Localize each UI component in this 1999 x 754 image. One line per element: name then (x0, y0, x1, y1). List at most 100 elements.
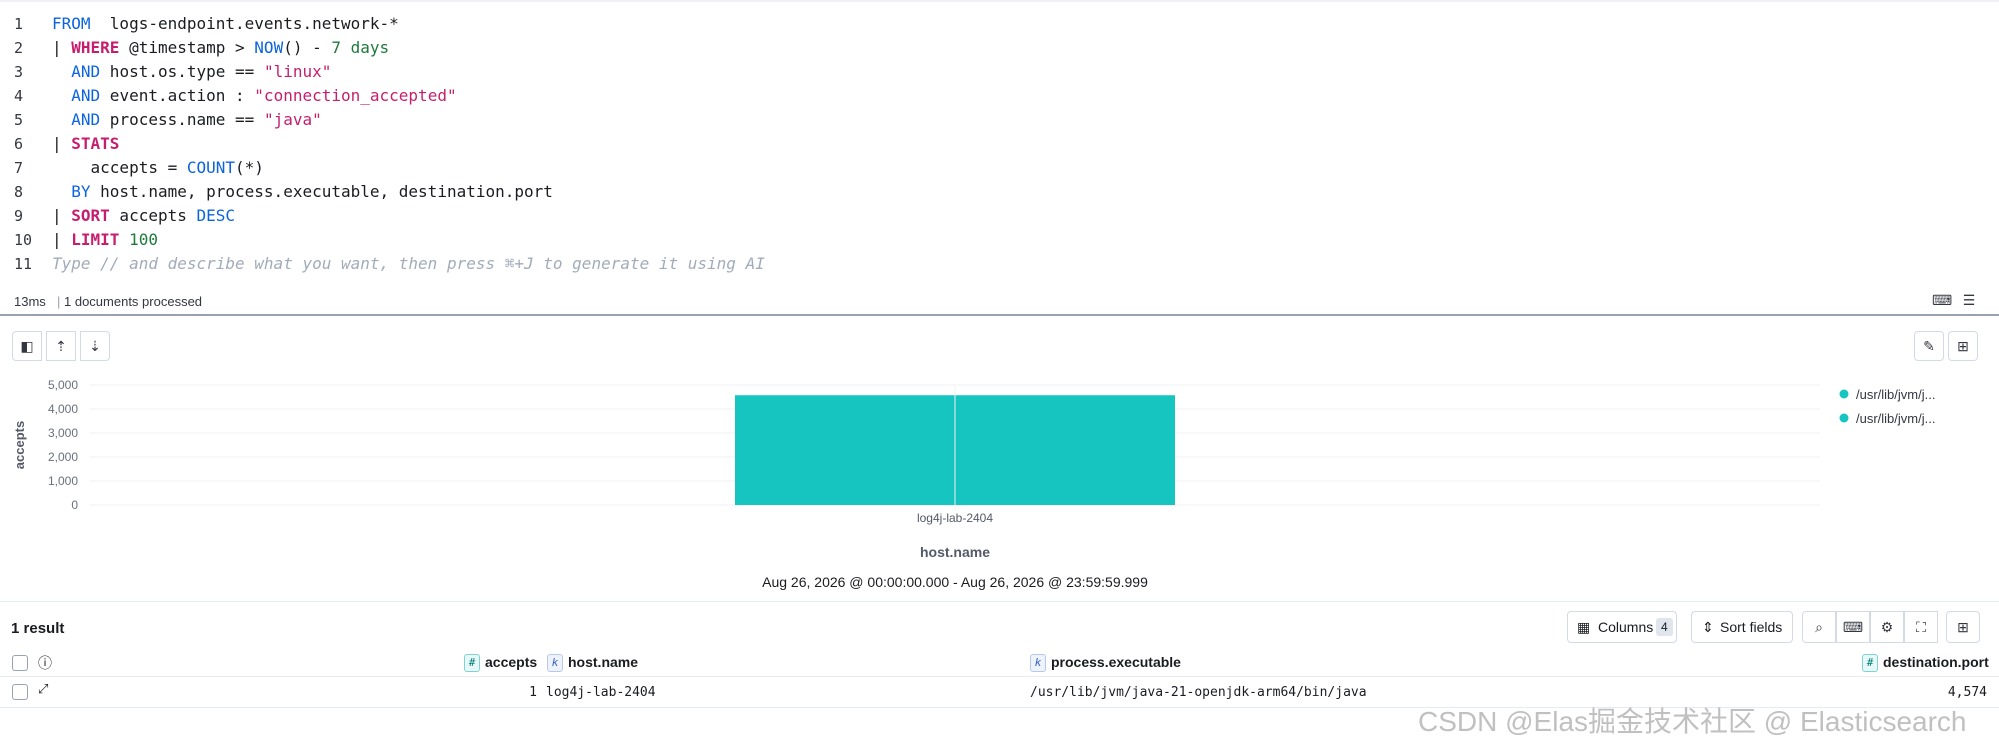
code-text: | LIMIT 100 (52, 230, 158, 249)
column-header-process-executable[interactable]: k process.executable (1030, 654, 1181, 673)
info-icon[interactable]: ⓘ (38, 653, 52, 673)
line-number: 2 (14, 39, 24, 57)
line-number: 9 (14, 207, 24, 225)
docs-icon[interactable]: ☰ (1960, 292, 1978, 310)
edit-visualization-button[interactable]: ✎ (1914, 331, 1944, 361)
row-checkbox[interactable] (12, 684, 28, 700)
code-text: accepts = COUNT(*) (52, 158, 264, 177)
columns-button[interactable]: ▦ Columns 4 (1567, 611, 1677, 643)
column-header-destination-port[interactable]: # destination.port (1862, 654, 1989, 673)
code-line-4[interactable]: 4 AND event.action : "connection_accepte… (0, 84, 1999, 108)
code-text: | SORT accepts DESC (52, 206, 236, 225)
keyword-type-icon: k (547, 654, 563, 673)
keyboard-icon[interactable]: ⌨ (1932, 292, 1952, 310)
code-line-1[interactable]: 1 FROM logs-endpoint.events.network-* (0, 12, 1999, 36)
columns-count-badge: 4 (1656, 618, 1673, 636)
legend-dot (1839, 413, 1849, 423)
legend-label: /usr/lib/jvm/j... (1856, 411, 1935, 426)
time-range: Aug 26, 2026 @ 00:00:00.000 - Aug 26, 20… (762, 574, 1148, 590)
fullscreen-button[interactable]: ⛶ (1904, 611, 1938, 643)
add-chart-icon: ⊞ (1957, 338, 1969, 354)
code-line-10[interactable]: 10 | LIMIT 100 (0, 228, 1999, 252)
line-number: 8 (14, 183, 24, 201)
code-line-9[interactable]: 9 | SORT accepts DESC (0, 204, 1999, 228)
sort-icon: ⇕ (1702, 619, 1714, 635)
line-number: 7 (14, 159, 24, 177)
column-header-accepts[interactable]: # accepts (464, 654, 537, 673)
keyword-type-icon: k (1030, 654, 1046, 673)
keyboard-shortcuts-button[interactable]: ⌨ (1836, 611, 1870, 643)
y-tick-label: 5,000 (48, 378, 78, 392)
code-line-7[interactable]: 7 accepts = COUNT(*) (0, 156, 1999, 180)
column-header-host-name[interactable]: k host.name (547, 654, 638, 673)
x-axis-label: host.name (920, 544, 990, 560)
legend-label: /usr/lib/jvm/j... (1856, 387, 1935, 402)
table-icon: ▦ (1577, 619, 1591, 635)
keyboard-icon: ⌨ (1842, 619, 1864, 635)
code-text: | STATS (52, 134, 120, 153)
select-all-checkbox[interactable] (12, 655, 28, 671)
code-line-6[interactable]: 6 | STATS (0, 132, 1999, 156)
legend-dot (1839, 389, 1849, 399)
cell-process-executable: /usr/lib/jvm/java-21-openjdk-arm64/bin/j… (1030, 685, 1367, 700)
sort-fields-label: Sort fields (1720, 619, 1783, 635)
sort-fields-button[interactable]: ⇕ Sort fields (1691, 611, 1793, 643)
line-number: 6 (14, 135, 24, 153)
columns-label: Columns (1598, 619, 1654, 635)
y-tick-label: 1,000 (48, 474, 78, 488)
y-axis-label: accepts (12, 421, 27, 469)
settings-icon: ⚙ (1880, 619, 1894, 635)
y-tick-label: 2,000 (48, 450, 78, 464)
cell-destination-port: 4,574 (1947, 685, 1987, 700)
line-number: 3 (14, 63, 24, 81)
search-icon: ⌕ (1815, 619, 1823, 635)
expand-row-icon[interactable]: ⤢ (38, 682, 48, 697)
line-number: 4 (14, 87, 24, 105)
code-text: FROM logs-endpoint.events.network-* (52, 14, 399, 33)
code-line-2[interactable]: 2 | WHERE @timestamp > NOW() - 7 days (0, 36, 1999, 60)
code-line-5[interactable]: 5 AND process.name == "java" (0, 108, 1999, 132)
watermark: CSDN @Elas掘金技术社区 @ Elasticsearch (1418, 706, 1967, 737)
sidebar-icon: ◧ (20, 338, 34, 354)
cell-host-name: log4j-lab-2404 (546, 685, 656, 700)
code-text: AND event.action : "connection_accepted" (52, 86, 457, 105)
code-text: BY host.name, process.executable, destin… (52, 182, 553, 201)
result-count: 1 result (11, 620, 65, 637)
line-number: 11 (14, 255, 33, 273)
collapse-icon: ⇡ (55, 338, 67, 354)
y-tick-label: 3,000 (48, 426, 78, 440)
number-type-icon: # (1862, 654, 1878, 673)
add-to-dashboard-button[interactable]: ⊞ (1946, 611, 1980, 643)
code-line-11[interactable]: 11 Type // and describe what you want, th… (0, 252, 1999, 276)
collapse-chart-button[interactable]: ⇡ (46, 331, 76, 361)
query-status-bar: 13ms | 1 documents processed ⌨ ☰ (0, 288, 1999, 316)
number-type-icon: # (464, 654, 480, 673)
y-tick-label: 0 (71, 498, 78, 512)
query-duration: 13ms (14, 294, 46, 309)
code-text: Type // and describe what you want, then… (52, 254, 765, 273)
toggle-sidebar-button[interactable]: ◧ (12, 331, 42, 361)
code-line-8[interactable]: 8 BY host.name, process.executable, dest… (0, 180, 1999, 204)
pencil-icon: ✎ (1923, 338, 1935, 354)
code-text: AND process.name == "java" (52, 110, 322, 129)
display-settings-button[interactable]: ⚙ (1870, 611, 1904, 643)
y-tick-label: 4,000 (48, 402, 78, 416)
line-number: 1 (14, 15, 24, 33)
code-line-3[interactable]: 3 AND host.os.type == "linux" (0, 60, 1999, 84)
esql-editor[interactable]: 1 FROM logs-endpoint.events.network-* 2 | W… (0, 0, 1999, 290)
line-number: 5 (14, 111, 24, 129)
fullscreen-icon: ⛶ (1916, 619, 1926, 635)
x-tick-label: log4j-lab-2404 (917, 511, 993, 525)
code-text: | WHERE @timestamp > NOW() - 7 days (52, 38, 390, 57)
documents-processed: 1 documents processed (64, 294, 203, 309)
data-grid-header: ⓘ # accepts k host.name k process.executabl… (0, 650, 1999, 677)
add-chart-icon: ⊞ (1957, 619, 1969, 635)
bar-chart: 5,000 4,000 3,000 2,000 1,000 0 accepts log4j-l… (12, 378, 1935, 590)
search-in-table-button[interactable]: ⌕ (1802, 611, 1836, 643)
expand-chart-button[interactable]: ⇣ (80, 331, 110, 361)
line-number: 10 (14, 231, 33, 249)
cell-accepts: 1 (529, 685, 537, 700)
status-divider: | (57, 294, 61, 309)
expand-icon: ⇣ (89, 338, 101, 354)
save-visualization-button[interactable]: ⊞ (1948, 331, 1978, 361)
